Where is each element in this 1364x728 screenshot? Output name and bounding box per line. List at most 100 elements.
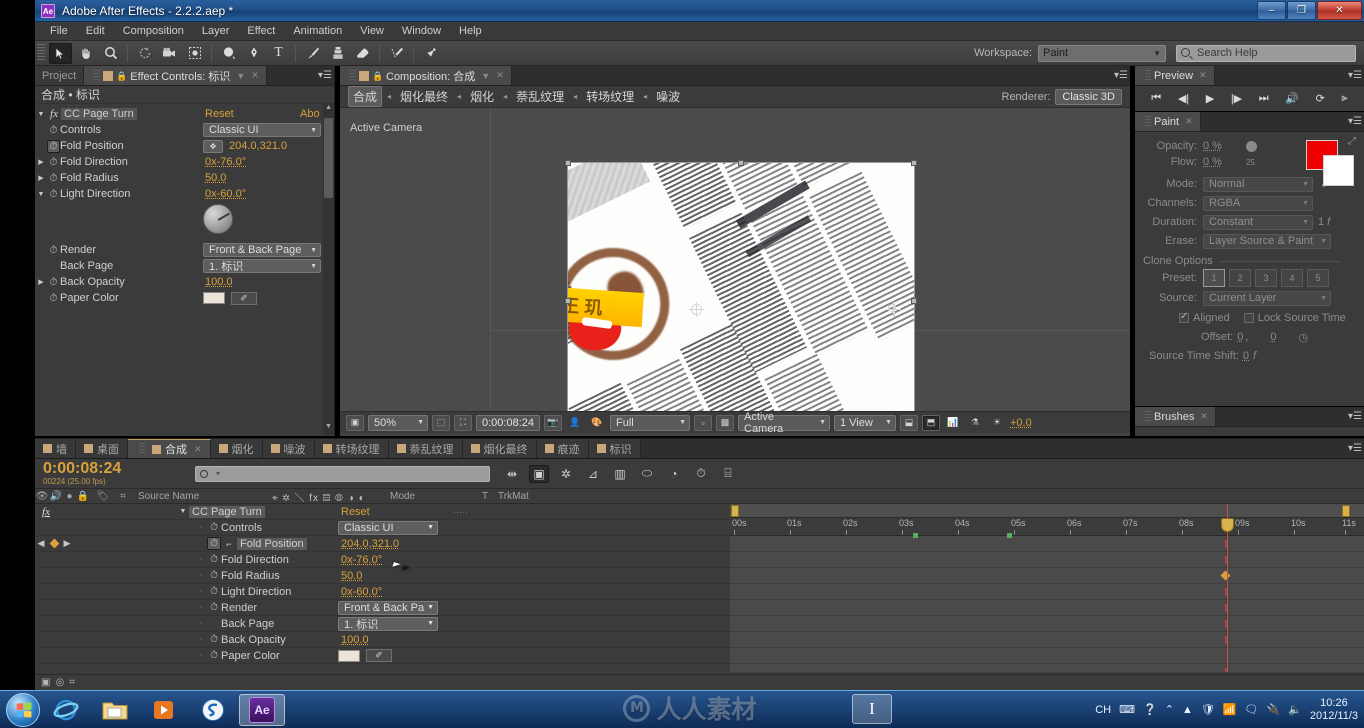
back-opacity-value[interactable]: 100.0 bbox=[205, 276, 233, 288]
clone-preset-1[interactable]: 1 bbox=[1203, 269, 1225, 287]
playhead-handle[interactable] bbox=[1221, 518, 1234, 532]
resolution-select[interactable]: Full ▼ bbox=[610, 414, 690, 431]
timeline-track-grid[interactable]: I I I I I I I bbox=[730, 533, 1364, 672]
clone-preset-3[interactable]: 3 bbox=[1255, 269, 1277, 287]
frame-render-time-icon[interactable]: ⌗ bbox=[69, 677, 75, 688]
input-method-indicator[interactable]: CH bbox=[1095, 704, 1111, 716]
effect-about-link[interactable]: Abo bbox=[300, 108, 320, 120]
zoom-level-select[interactable]: 50% ▼ bbox=[368, 414, 428, 431]
paper-color-swatch[interactable] bbox=[203, 292, 225, 304]
scroll-up-icon[interactable]: ▲ bbox=[323, 104, 334, 116]
stopwatch-icon[interactable]: ⏱ bbox=[207, 554, 221, 565]
channel-rgb-icon[interactable]: 🎨 bbox=[588, 415, 606, 431]
type-tool-icon[interactable]: T bbox=[267, 43, 290, 64]
render-dropdown[interactable]: Front & Back Page ▼ bbox=[203, 243, 321, 257]
frame-blending-icon[interactable]: ⊿ bbox=[583, 465, 603, 483]
composition-viewer[interactable]: Active Camera 王 玑 ▣ 50% ▼ ⬚ ⛶ 0:00:08:24… bbox=[340, 108, 1130, 433]
solo-icon[interactable]: ● bbox=[63, 491, 76, 502]
tab-grip[interactable] bbox=[350, 69, 356, 82]
timeline-fold-radius-value[interactable]: 50.0 bbox=[341, 570, 362, 582]
fold-position-value[interactable]: 204.0,321.0 bbox=[229, 140, 287, 152]
light-direction-value[interactable]: 0x-60.0° bbox=[205, 188, 246, 200]
taskbar-internet-explorer[interactable] bbox=[43, 694, 89, 726]
previous-frame-button[interactable]: ◀| bbox=[1178, 92, 1189, 105]
twirl-icon[interactable]: · bbox=[195, 652, 207, 659]
breadcrumb-item-3[interactable]: 萘乱纹理 bbox=[512, 87, 568, 106]
work-area-end-handle[interactable] bbox=[1342, 505, 1350, 517]
stopwatch-icon[interactable]: ⏱ bbox=[207, 537, 221, 550]
timeline-reset-link[interactable]: Reset bbox=[341, 506, 370, 518]
breadcrumb-item-4[interactable]: 转场纹理 bbox=[582, 87, 638, 106]
graph-editor-icon[interactable]: ⌐ bbox=[221, 539, 237, 549]
angle-knob[interactable] bbox=[203, 204, 233, 234]
exposure-icon[interactable]: ☀ bbox=[988, 415, 1006, 431]
puppet-pin-tool-icon[interactable] bbox=[419, 43, 442, 64]
volume-icon[interactable]: 🔈 bbox=[1288, 703, 1302, 716]
clone-stamp-tool-icon[interactable] bbox=[326, 43, 349, 64]
opacity-value[interactable]: 0 % bbox=[1203, 140, 1222, 152]
draft-3d-icon[interactable]: ▣ bbox=[529, 464, 549, 483]
flow-value[interactable]: 0 % bbox=[1203, 156, 1222, 168]
current-time-display[interactable]: 0:00:08:24 bbox=[476, 414, 540, 431]
comp-marker[interactable] bbox=[1007, 533, 1012, 538]
offset-picker-icon[interactable]: ◷ bbox=[1299, 331, 1309, 344]
panel-menu-icon[interactable]: ▾☰ bbox=[1346, 439, 1364, 458]
channels-dropdown[interactable]: RGBA ▼ bbox=[1203, 195, 1313, 211]
close-icon[interactable]: ✕ bbox=[1199, 70, 1207, 81]
panel-menu-icon[interactable]: ▾☰ bbox=[1112, 66, 1130, 85]
keyframe-indicator-icon[interactable] bbox=[47, 538, 61, 550]
menu-edit[interactable]: Edit bbox=[77, 23, 114, 39]
region-of-interest-icon[interactable]: ⬚ bbox=[432, 414, 450, 431]
panel-menu-icon[interactable]: ▾☰ bbox=[1346, 112, 1364, 131]
close-icon[interactable]: ✕ bbox=[1185, 116, 1193, 127]
renderer-value[interactable]: Classic 3D bbox=[1055, 88, 1122, 105]
previous-keyframe-icon[interactable]: ◀ bbox=[35, 538, 47, 549]
clone-preset-2[interactable]: 2 bbox=[1229, 269, 1251, 287]
timeline-paper-color-swatch[interactable] bbox=[338, 649, 360, 662]
menu-view[interactable]: View bbox=[351, 23, 393, 39]
timeline-tab-yanhua[interactable]: 烟化 bbox=[210, 439, 263, 458]
audio-icon[interactable]: 🔊 bbox=[49, 491, 63, 502]
layer-selection-box[interactable] bbox=[565, 160, 917, 433]
mode-header[interactable]: Mode bbox=[382, 491, 482, 502]
pen-tool-icon[interactable] bbox=[242, 43, 265, 64]
controls-dropdown[interactable]: Classic UI ▼ bbox=[203, 123, 321, 137]
eyedropper-icon[interactable]: ✐ bbox=[366, 649, 392, 662]
snapshot-camera-icon[interactable]: 📷 bbox=[544, 414, 562, 431]
play-button[interactable]: ▶ bbox=[1206, 92, 1214, 105]
twirl-icon[interactable]: ▶ bbox=[35, 158, 47, 166]
twirl-icon[interactable]: · bbox=[195, 572, 207, 579]
minimize-button[interactable]: – bbox=[1257, 0, 1286, 20]
lock-icon[interactable]: 🔒 bbox=[372, 71, 383, 81]
stopwatch-icon[interactable]: ⏱ bbox=[47, 189, 60, 200]
composition-mini-flowchart-icon[interactable]: ⇹ bbox=[502, 465, 522, 483]
first-frame-button[interactable]: ⏮ bbox=[1151, 92, 1161, 105]
menu-animation[interactable]: Animation bbox=[284, 23, 351, 39]
last-frame-button[interactable]: ⏭ bbox=[1259, 92, 1269, 105]
twirl-icon[interactable]: · bbox=[195, 604, 207, 611]
close-icon[interactable]: ✕ bbox=[194, 444, 202, 455]
timeline-light-direction-value[interactable]: 0x-60.0° bbox=[341, 586, 382, 598]
timeline-tab-zaobo[interactable]: 噪波 bbox=[262, 439, 315, 458]
erase-dropdown[interactable]: Layer Source & Paint ▼ bbox=[1203, 233, 1331, 249]
bluetooth-icon[interactable]: 🔌 bbox=[1266, 703, 1280, 716]
workspace-select[interactable]: Paint ▼ bbox=[1038, 44, 1166, 62]
camera-view-select[interactable]: Active Camera ▼ bbox=[738, 411, 830, 433]
loop-button[interactable]: ⟳ bbox=[1316, 92, 1325, 105]
selection-handle[interactable] bbox=[911, 297, 917, 304]
twirl-icon[interactable]: · bbox=[195, 556, 207, 563]
eyedropper-icon[interactable]: ✐ bbox=[231, 291, 257, 305]
show-hidden-icons-icon[interactable]: ▲ bbox=[1182, 704, 1193, 716]
timeline-tab-hecheng[interactable]: 合成 ✕ bbox=[128, 439, 211, 458]
brainstorm-icon[interactable]: ⬭ bbox=[637, 465, 657, 483]
stopwatch-icon[interactable]: ⏱ bbox=[47, 293, 60, 304]
keyframe-diamond[interactable] bbox=[1220, 570, 1231, 581]
twirl-icon[interactable]: · bbox=[195, 620, 207, 627]
effect-controls-scrollbar[interactable]: ▲ ▼ bbox=[323, 104, 334, 435]
tab-grip[interactable] bbox=[1145, 69, 1151, 82]
twirl-icon[interactable]: · bbox=[195, 524, 207, 531]
stopwatch-icon[interactable]: ⏱ bbox=[207, 634, 221, 645]
audio-toggle-button[interactable]: 🔊 bbox=[1285, 92, 1299, 105]
auto-keyframe-icon[interactable]: ⏱ bbox=[691, 465, 711, 483]
maximize-button[interactable]: ❐ bbox=[1287, 0, 1316, 20]
